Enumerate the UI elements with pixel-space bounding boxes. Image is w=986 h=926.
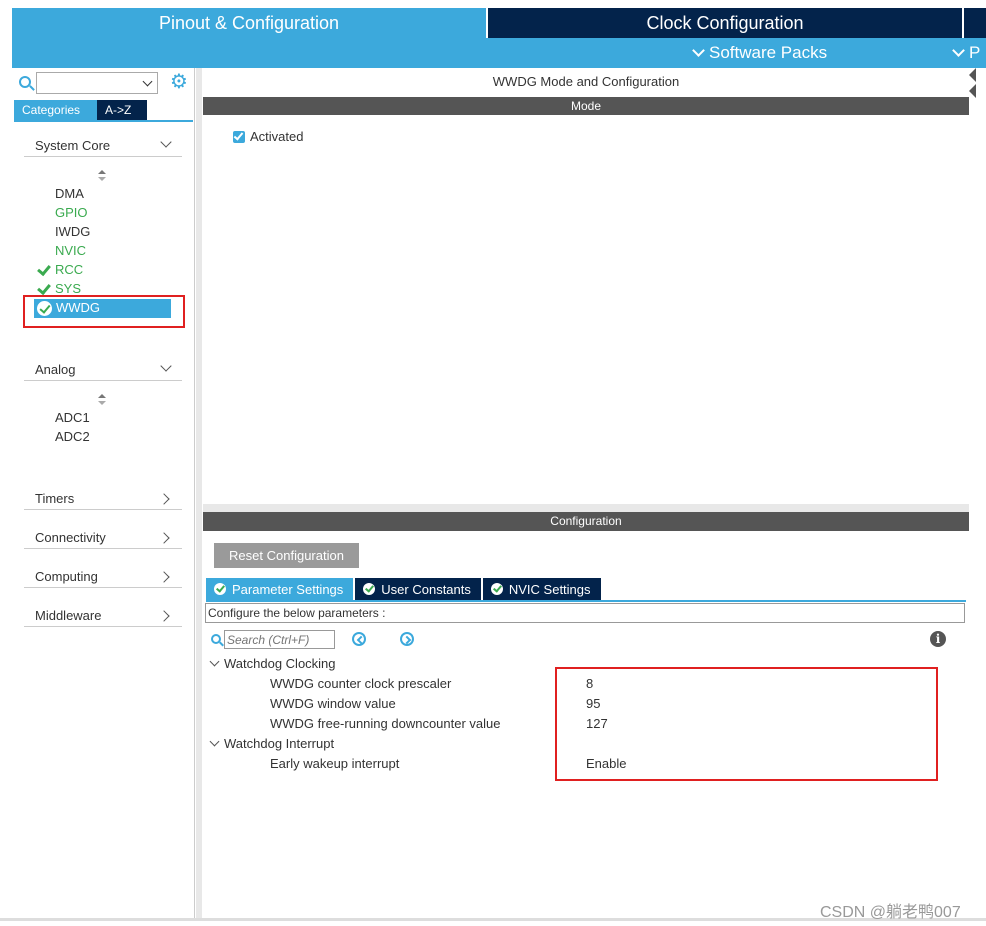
collapse-arrow-icon[interactable] (969, 68, 976, 82)
chevron-down-icon (160, 360, 172, 372)
tab-parameter-settings[interactable]: Parameter Settings (206, 578, 354, 600)
sort-icon[interactable] (98, 170, 106, 182)
splitter[interactable] (203, 504, 969, 512)
collapse-arrow-icon[interactable] (969, 84, 976, 98)
list-item-adc1[interactable]: ADC1 (55, 409, 90, 427)
tab-nvic-settings[interactable]: NVIC Settings (482, 578, 601, 600)
section-label: System Core (35, 138, 111, 153)
group-watchdog-interrupt[interactable]: Watchdog Interrupt (209, 736, 335, 751)
category-tabs: Categories A->Z (14, 100, 147, 120)
chevron-down-icon (209, 656, 220, 667)
param-early-wakeup-label[interactable]: Early wakeup interrupt (270, 756, 399, 771)
chevron-down-icon (952, 44, 965, 57)
software-packs-menu[interactable]: Software Packs (692, 43, 828, 63)
check-circle-icon (363, 583, 376, 595)
section-label: Connectivity (35, 530, 106, 545)
checkbox-checked-icon[interactable] (233, 130, 245, 143)
tab-underline (14, 120, 193, 122)
tab-label: NVIC Settings (508, 581, 591, 597)
list-item-dma[interactable]: DMA (55, 185, 84, 203)
previous-match-icon[interactable] (352, 632, 366, 646)
category-search-row: ⚙ (12, 70, 195, 96)
list-item-rcc[interactable]: RCC (55, 261, 83, 279)
tab-more[interactable] (964, 8, 986, 38)
check-circle-icon (214, 583, 226, 595)
software-packs-label: Software Packs (709, 43, 828, 62)
categories-panel: ⚙ Categories A->Z System Core DMA GPIO I… (12, 68, 195, 918)
configuration-header: Configuration (203, 512, 969, 531)
right-edge-panel (969, 68, 986, 920)
top-tab-bar: Pinout & Configuration Clock Configurati… (12, 8, 986, 38)
panel-title: WWDG Mode and Configuration (492, 74, 680, 89)
section-label: Computing (35, 569, 98, 584)
param-downcounter-label[interactable]: WWDG free-running downcounter value (270, 716, 501, 731)
group-label: Watchdog Interrupt (224, 736, 335, 751)
reset-configuration-button[interactable]: Reset Configuration (214, 543, 359, 568)
search-icon[interactable] (19, 76, 31, 88)
pinout-menu-label: P (969, 43, 981, 62)
section-system-core[interactable]: System Core (24, 135, 182, 157)
chevron-right-icon (158, 493, 170, 505)
sort-icon[interactable] (98, 394, 106, 406)
category-search-combo[interactable] (36, 72, 158, 94)
tab-a-z[interactable]: A->Z (97, 100, 147, 120)
highlight-box (23, 295, 185, 328)
highlight-box (555, 667, 938, 781)
mode-configuration-panel: WWDG Mode and Configuration Mode Activat… (203, 68, 969, 920)
param-prescaler-label[interactable]: WWDG counter clock prescaler (270, 676, 451, 691)
pinout-menu[interactable]: P (952, 43, 981, 63)
tab-pinout-configuration[interactable]: Pinout & Configuration (12, 8, 486, 38)
section-middleware[interactable]: Middleware (24, 605, 182, 627)
list-item-iwdg[interactable]: IWDG (55, 223, 90, 241)
section-connectivity[interactable]: Connectivity (24, 527, 182, 549)
parameter-search-input[interactable] (224, 630, 335, 649)
info-icon[interactable]: i (930, 631, 946, 647)
chevron-right-icon (158, 532, 170, 544)
configure-description: Configure the below parameters : (205, 603, 965, 623)
next-match-icon[interactable] (400, 632, 414, 646)
section-label: Middleware (35, 608, 102, 623)
config-tabs: Parameter Settings User Constants NVIC S… (206, 578, 601, 600)
activated-label: Activated (250, 129, 304, 144)
group-watchdog-clocking[interactable]: Watchdog Clocking (209, 656, 336, 671)
chevron-down-icon (692, 44, 705, 57)
tab-categories[interactable]: Categories (14, 100, 97, 120)
section-timers[interactable]: Timers (24, 488, 182, 510)
panel-splitter[interactable] (196, 68, 202, 920)
list-item-nvic[interactable]: NVIC (55, 242, 86, 260)
chevron-down-icon[interactable] (142, 76, 153, 87)
chevron-down-icon (160, 136, 172, 148)
chevron-down-icon (209, 736, 220, 747)
list-item-adc2[interactable]: ADC2 (55, 428, 90, 446)
watermark: CSDN @躺老鸭007 (820, 904, 961, 921)
mode-header: Mode (203, 97, 969, 115)
param-window-label[interactable]: WWDG window value (270, 696, 396, 711)
section-label: Analog (35, 362, 76, 377)
list-item-gpio[interactable]: GPIO (55, 204, 88, 222)
section-label: Timers (35, 491, 75, 506)
section-computing[interactable]: Computing (24, 566, 182, 588)
tab-clock-configuration[interactable]: Clock Configuration (488, 8, 962, 38)
check-icon (37, 261, 49, 279)
gear-icon[interactable]: ⚙ (170, 72, 188, 92)
section-analog[interactable]: Analog (24, 359, 182, 381)
sub-tab-bar: Software Packs P (12, 38, 986, 68)
tab-label: Parameter Settings (232, 581, 344, 597)
group-label: Watchdog Clocking (224, 656, 336, 671)
activated-checkbox[interactable]: Activated (233, 129, 303, 144)
tab-label: User Constants (381, 581, 471, 597)
search-icon (211, 634, 221, 644)
chevron-right-icon (158, 610, 170, 622)
check-circle-icon (490, 583, 503, 595)
tab-underline (206, 600, 966, 602)
chevron-right-icon (158, 571, 170, 583)
tab-user-constants[interactable]: User Constants (355, 578, 481, 600)
